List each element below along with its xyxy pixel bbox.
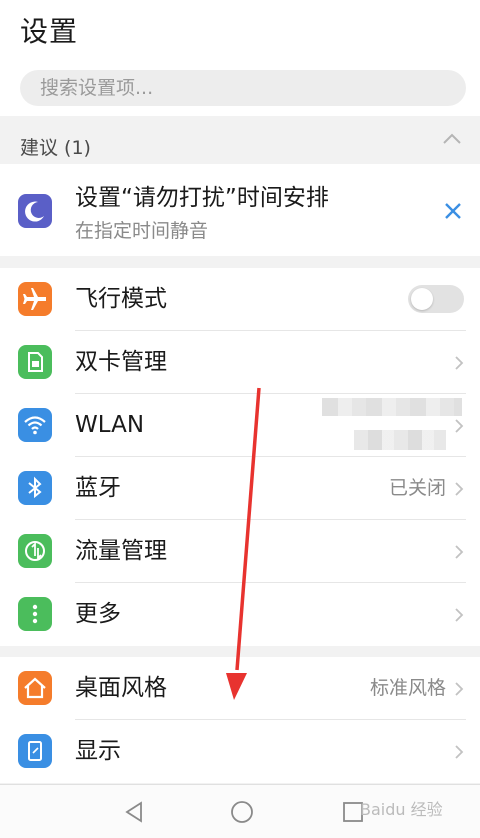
settings-item-label: 显示 — [75, 738, 121, 764]
moon-icon — [18, 194, 52, 228]
settings-item-label: 蓝牙 — [75, 475, 121, 501]
page-title: 设置 — [20, 15, 79, 48]
blurred-network-status — [354, 430, 446, 450]
settings-item-more[interactable]: 更多 — [0, 583, 480, 646]
settings-item-label: 流量管理 — [75, 538, 167, 564]
home-icon — [18, 671, 52, 705]
suggestion-subtitle: 在指定时间静音 — [75, 220, 209, 242]
settings-item-home-screen-style[interactable]: 桌面风格 标准风格 — [0, 657, 480, 720]
sim-card-icon — [18, 345, 52, 379]
blurred-network-name — [322, 398, 462, 416]
settings-group-display: 桌面风格 标准风格 显示 — [0, 657, 480, 783]
close-icon[interactable] — [442, 200, 464, 222]
back-icon[interactable] — [121, 799, 147, 825]
settings-item-label: 飞行模式 — [75, 286, 167, 312]
chevron-up-icon[interactable] — [442, 132, 462, 146]
chevron-right-icon — [455, 545, 464, 559]
settings-item-wlan[interactable]: WLAN — [0, 394, 480, 457]
search-input[interactable]: 搜索设置项... — [20, 70, 466, 106]
settings-item-bluetooth[interactable]: 蓝牙 已关闭 — [0, 457, 480, 520]
chevron-right-icon — [455, 482, 464, 496]
settings-item-airplane-mode[interactable]: 飞行模式 — [0, 268, 480, 331]
chevron-right-icon — [455, 682, 464, 696]
settings-item-data-usage[interactable]: 流量管理 — [0, 520, 480, 583]
home-circle-icon[interactable] — [229, 799, 255, 825]
airplane-icon — [18, 282, 52, 316]
bluetooth-status: 已关闭 — [388, 477, 446, 499]
chevron-right-icon — [455, 419, 464, 433]
home-screen-style-value: 标准风格 — [369, 677, 446, 699]
header: 设置 — [0, 0, 480, 60]
chevron-right-icon — [455, 608, 464, 622]
more-icon — [18, 597, 52, 631]
suggestions-header: 建议 (1) — [0, 116, 480, 164]
chevron-right-icon — [455, 745, 464, 759]
suggestions-title: 建议 (1) — [20, 137, 91, 159]
toggle-knob — [411, 288, 433, 310]
airplane-mode-toggle[interactable] — [408, 285, 464, 313]
settings-item-dual-sim[interactable]: 双卡管理 — [0, 331, 480, 394]
settings-item-label: 更多 — [75, 601, 121, 627]
data-usage-icon — [18, 534, 52, 568]
settings-group-connectivity: 飞行模式 双卡管理 WLAN 蓝牙 已关闭 流量管理 更多 — [0, 268, 480, 646]
search-bar-container: 搜索设置项... — [0, 60, 480, 116]
settings-item-label: 桌面风格 — [75, 675, 167, 701]
suggestion-card-do-not-disturb[interactable]: 设置“请勿打扰”时间安排 在指定时间静音 — [0, 164, 480, 256]
wifi-icon — [18, 408, 52, 442]
settings-item-label: 双卡管理 — [75, 349, 167, 375]
suggestion-title: 设置“请勿打扰”时间安排 — [75, 185, 329, 211]
display-icon — [18, 734, 52, 768]
bluetooth-icon — [18, 471, 52, 505]
chevron-right-icon — [455, 356, 464, 370]
settings-item-label: WLAN — [75, 412, 145, 438]
settings-item-display[interactable]: 显示 — [0, 720, 480, 783]
watermark: Baidu 经验 — [360, 800, 443, 819]
